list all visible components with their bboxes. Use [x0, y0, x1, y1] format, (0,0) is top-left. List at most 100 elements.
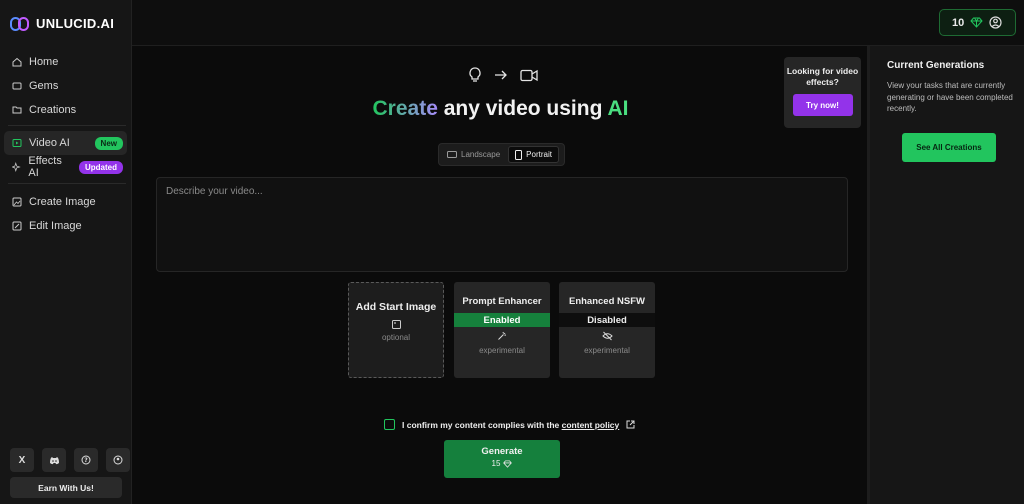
panel-title: Current Generations [887, 60, 985, 71]
sidebar-item-gems[interactable]: Gems [4, 74, 127, 98]
see-all-creations-button[interactable]: See All Creations [902, 133, 996, 162]
content-policy-link[interactable]: content policy [562, 420, 620, 430]
arrow-right-icon [495, 70, 507, 80]
page-headline: Create any video using AI [132, 97, 869, 121]
current-generations-panel: Current Generations View your tasks that… [870, 46, 1024, 504]
gem-icon [503, 459, 513, 468]
promo-text: Looking for video effects? [786, 66, 859, 87]
video-effects-promo: Looking for video effects? Try now! [784, 57, 861, 128]
sidebar-item-label: Gems [29, 80, 59, 92]
gem-icon [970, 17, 983, 28]
sidebar-item-label: Effects AI [28, 155, 62, 179]
headline-middle: any video using [437, 97, 608, 120]
sidebar-nav-ai: Video AI New Effects AI Updated [4, 131, 127, 179]
sidebar-item-create-image[interactable]: Create Image [4, 190, 127, 214]
gem-icon [12, 82, 22, 90]
updated-badge: Updated [79, 160, 123, 174]
image-icon [391, 320, 401, 329]
sparkles-icon [12, 162, 21, 172]
sidebar-item-label: Home [29, 56, 59, 68]
main-content: Create any video using AI Looking for vi… [132, 46, 869, 504]
home-icon [12, 57, 22, 67]
external-link-icon [626, 420, 635, 429]
generate-cost: 15 [444, 459, 560, 468]
x-button[interactable]: X [10, 448, 34, 472]
gems-count: 10 [952, 16, 965, 29]
video-prompt-input[interactable]: Describe your video... [156, 177, 848, 272]
add-start-image-card[interactable]: Add Start Image optional [348, 282, 444, 378]
landscape-icon [447, 151, 457, 158]
generate-button[interactable]: Generate 15 [444, 440, 560, 478]
video-icon [12, 139, 22, 147]
discord-icon [49, 456, 59, 464]
sidebar-item-effects-ai[interactable]: Effects AI Updated [4, 155, 127, 179]
enabled-state: Enabled [454, 313, 550, 327]
social-links: X ? [10, 448, 130, 472]
sidebar-divider [8, 125, 126, 126]
portrait-option[interactable]: Portrait [508, 146, 559, 163]
headline-highlight: Create [372, 97, 438, 120]
confirm-text-body: I confirm my content complies with the [402, 419, 562, 430]
landscape-label: Landscape [461, 150, 501, 159]
content-policy-confirm: I confirm my content complies with the c… [384, 419, 635, 430]
portrait-icon [515, 149, 523, 160]
enhanced-nsfw-card[interactable]: Enhanced NSFW Disabled experimental [559, 282, 655, 378]
cost-value: 15 [491, 459, 501, 468]
logo-icon [10, 16, 30, 31]
profile-icon [989, 16, 1002, 29]
image-icon-wrap [349, 320, 443, 330]
brand-logo[interactable]: UNLUCID.AI [10, 16, 114, 31]
account-button[interactable] [106, 448, 130, 472]
flow-icons [468, 67, 538, 83]
earn-with-us-button[interactable]: Earn With Us! [10, 477, 122, 498]
brand-name: UNLUCID.AI [36, 16, 115, 31]
wand-icon-wrap [454, 331, 550, 341]
eye-off-icon-wrap [559, 331, 655, 341]
generate-label: Generate [481, 446, 523, 457]
sidebar-nav-primary: Home Gems Creations [4, 50, 127, 122]
help-button[interactable]: ? [74, 448, 98, 472]
edit-image-icon [12, 221, 22, 231]
panel-description: View your tasks that are currently gener… [887, 81, 1013, 113]
headline-ai: AI [607, 97, 629, 120]
sidebar-item-creations[interactable]: Creations [4, 98, 127, 122]
card-title: Prompt Enhancer [462, 296, 542, 307]
sidebar-item-label: Creations [29, 104, 77, 116]
sidebar-item-video-ai[interactable]: Video AI New [4, 131, 127, 155]
gems-balance[interactable]: 10 [939, 9, 1016, 36]
sidebar-divider [8, 183, 126, 184]
folder-icon [12, 106, 22, 114]
magic-wand-icon [498, 331, 507, 340]
orientation-toggle: Landscape Portrait [438, 143, 565, 166]
help-icon: ? [81, 455, 91, 465]
confirm-checkbox[interactable] [384, 419, 395, 430]
portrait-label: Portrait [526, 150, 552, 159]
prompt-placeholder: Describe your video... [166, 186, 263, 197]
sidebar-item-edit-image[interactable]: Edit Image [4, 214, 127, 238]
try-now-button[interactable]: Try now! [792, 94, 853, 116]
x-icon: X [18, 454, 26, 466]
sidebar-item-label: Edit Image [29, 220, 82, 232]
disabled-state: Disabled [559, 313, 655, 327]
card-sub: optional [381, 333, 411, 342]
sidebar-item-label: Create Image [29, 196, 96, 208]
user-icon [113, 455, 123, 465]
card-sub: experimental [584, 346, 630, 355]
landscape-option[interactable]: Landscape [441, 146, 506, 163]
sidebar: UNLUCID.AI Home Gems Creations Video AI … [0, 0, 132, 504]
prompt-enhancer-card[interactable]: Prompt Enhancer Enabled experimental [454, 282, 550, 378]
image-icon [12, 197, 22, 207]
confirm-text: I confirm my content complies with the c… [402, 420, 619, 430]
discord-button[interactable] [42, 448, 66, 472]
sidebar-nav-image: Create Image Edit Image [4, 190, 127, 238]
eye-off-icon [601, 331, 613, 341]
card-title: Enhanced NSFW [568, 296, 645, 307]
video-camera-icon [520, 69, 538, 81]
card-sub: experimental [479, 346, 525, 355]
sidebar-item-home[interactable]: Home [4, 50, 127, 74]
lightbulb-icon [469, 67, 481, 82]
top-bar: 10 [132, 0, 1024, 46]
sidebar-item-label: Video AI [29, 137, 70, 149]
svg-text:?: ? [84, 457, 88, 464]
new-badge: New [94, 136, 123, 150]
